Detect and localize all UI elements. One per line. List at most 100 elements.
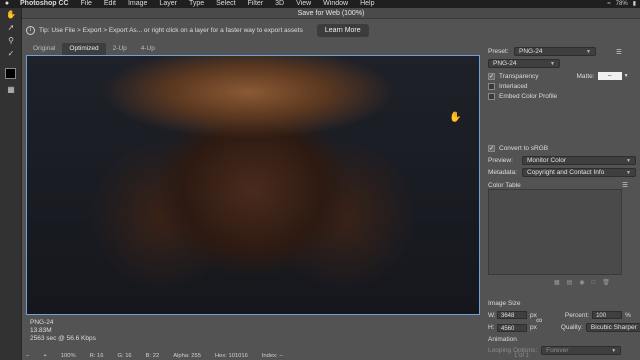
web-snap-icon[interactable]: ◉	[579, 279, 584, 286]
battery-percent[interactable]: 78%	[616, 0, 628, 8]
menu-file[interactable]: File	[75, 0, 98, 8]
hand-cursor-icon: ✋	[449, 112, 462, 123]
tip-bar: i Tip: Use File > Export > Export As... …	[22, 19, 482, 41]
preset-select[interactable]: PNG-24 ▼	[514, 47, 596, 56]
menu-select[interactable]: Select	[210, 0, 241, 8]
color-table-tools: ▦ ▤ ◉ □ 🗑	[554, 279, 610, 287]
animation-header: Animation	[488, 336, 517, 343]
info-icon: i	[26, 25, 35, 35]
tab-optimized[interactable]: Optimized	[62, 43, 106, 55]
quality-select[interactable]: Bicubic Sharper▼	[585, 323, 640, 332]
menu-filter[interactable]: Filter	[242, 0, 270, 8]
preset-value: PNG-24	[519, 47, 543, 55]
chevron-down-icon: ▼	[550, 60, 555, 67]
preset-row: Preset: PNG-24 ▼ ☰	[488, 47, 622, 56]
slice-select-tool-icon[interactable]: ➚	[0, 21, 22, 34]
apple-menu-icon[interactable]: ●	[0, 0, 14, 8]
eyedropper-color-swatch[interactable]	[5, 68, 16, 79]
status-icons: ≈ 78% ▮	[607, 0, 640, 8]
metadata-select[interactable]: Copyright and Contact Info ▼	[522, 168, 636, 177]
menu-help[interactable]: Help	[354, 0, 380, 8]
looping-select[interactable]: Forever ▼	[541, 346, 622, 355]
preview-label: Preview:	[488, 157, 513, 164]
zoom-tool-icon[interactable]: ⚲	[0, 34, 22, 47]
learn-more-button[interactable]: Learn More	[316, 23, 369, 37]
matte-select[interactable]: --	[597, 72, 622, 80]
image-size-label: Image Size	[488, 300, 521, 307]
height-unit: px	[530, 324, 537, 331]
blue-readout: B: 22	[145, 353, 160, 359]
chevron-down-icon: ▼	[626, 157, 631, 164]
color-table-menu-icon[interactable]: ☰	[622, 181, 628, 189]
preview-row: Preview: Monitor Color ▼	[488, 156, 636, 165]
metadata-label: Metadata:	[488, 169, 517, 176]
red-readout: R: 16	[89, 353, 104, 359]
file-size-text: 13.83M	[30, 327, 52, 334]
tab-original[interactable]: Original	[26, 43, 62, 55]
zoom-level[interactable]: 100%	[61, 352, 76, 360]
eyedropper-tool-icon[interactable]: ✓	[0, 47, 22, 60]
format-select[interactable]: PNG-24 ▼	[488, 59, 560, 68]
interlaced-row: Interlaced	[488, 83, 528, 90]
embed-profile-label: Embed Color Profile	[499, 93, 558, 100]
format-value: PNG-24	[493, 59, 517, 67]
color-table-label: Color Table	[488, 181, 521, 189]
percent-input[interactable]: 100	[592, 311, 623, 319]
dialog-title: Save for Web (100%)	[22, 8, 640, 19]
tab-2-up[interactable]: 2-Up	[106, 43, 134, 55]
tab-4-up[interactable]: 4-Up	[134, 43, 162, 55]
menu-3d[interactable]: 3D	[269, 0, 290, 8]
panel-menu-icon[interactable]: ☰	[616, 48, 622, 56]
height-input[interactable]: 4560	[497, 323, 527, 332]
menu-edit[interactable]: Edit	[98, 0, 122, 8]
alpha-readout: Alpha: 255	[173, 353, 201, 359]
transparency-checkbox[interactable]: ✓	[488, 72, 495, 80]
transparency-row: ✓ Transparency Matte: -- ▼	[488, 72, 629, 80]
looping-row: Looping Options: Forever ▼	[488, 346, 622, 355]
wifi-icon[interactable]: ≈	[607, 0, 610, 8]
menu-image[interactable]: Image	[122, 0, 153, 8]
index-readout: Index: --	[261, 353, 284, 359]
map-color-icon[interactable]: ▦	[554, 279, 560, 286]
interlaced-label: Interlaced	[499, 83, 528, 90]
convert-srgb-checkbox[interactable]: ✓	[488, 145, 495, 152]
width-label: W:	[488, 311, 496, 319]
menu-app[interactable]: Photoshop CC	[14, 0, 75, 8]
percent-label: Percent:	[564, 311, 590, 319]
metadata-row: Metadata: Copyright and Contact Info ▼	[488, 168, 636, 177]
convert-srgb-label: Convert to sRGB	[499, 145, 549, 152]
menu-layer[interactable]: Layer	[153, 0, 183, 8]
menu-window[interactable]: Window	[317, 0, 354, 8]
optimized-info: PNG-24 13.83M 2563 sec @ 56.6 Kbps	[26, 317, 480, 347]
metadata-value: Copyright and Contact Info	[527, 168, 605, 176]
hand-tool-icon[interactable]: ✋	[0, 8, 22, 21]
toggle-slices-icon[interactable]: ▦	[0, 83, 22, 96]
zoom-minus-button[interactable]: −	[26, 352, 29, 360]
convert-srgb-row: ✓ Convert to sRGB	[488, 145, 548, 152]
chevron-down-icon: ▼	[626, 169, 631, 176]
delete-color-icon[interactable]: 🗑	[602, 279, 610, 286]
tools-panel: ✋ ➚ ⚲ ✓ ▦	[0, 8, 22, 360]
new-color-icon[interactable]: □	[592, 280, 596, 286]
preview-select[interactable]: Monitor Color ▼	[522, 156, 636, 165]
width-input[interactable]: 3648	[497, 311, 527, 319]
settings-panel: Preset: PNG-24 ▼ ☰ PNG-24 ▼ ✓ Transparency…	[484, 41, 640, 355]
preview-value: Monitor Color	[527, 156, 567, 164]
embed-profile-checkbox[interactable]	[488, 93, 495, 100]
menu-type[interactable]: Type	[183, 0, 210, 8]
menu-view[interactable]: View	[290, 0, 317, 8]
chevron-down-icon[interactable]: ▼	[624, 73, 629, 79]
battery-icon[interactable]: ▮	[633, 0, 636, 8]
zoom-plus-button[interactable]: +	[43, 352, 46, 360]
lock-color-icon[interactable]: ▤	[567, 279, 573, 286]
green-readout: G: 16	[117, 353, 132, 359]
view-tabs: Original Optimized 2-Up 4-Up	[26, 43, 162, 55]
portrait-photo	[27, 56, 479, 314]
image-preview[interactable]: ✋	[26, 55, 480, 315]
transparency-label: Transparency	[499, 72, 539, 80]
frame-counter: 1 of 1	[514, 353, 530, 359]
interlaced-checkbox[interactable]	[488, 83, 495, 90]
chevron-down-icon: ▼	[586, 48, 591, 55]
color-table[interactable]	[488, 189, 622, 275]
percent-unit: %	[625, 311, 631, 319]
